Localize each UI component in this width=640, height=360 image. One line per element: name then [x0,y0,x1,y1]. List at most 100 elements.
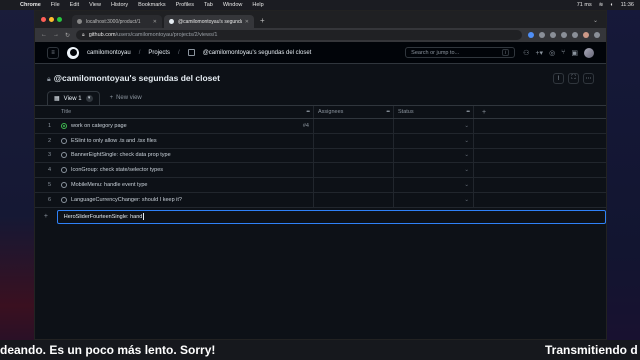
new-item-input[interactable]: HeroSliderFourteenSingle: hand [56,209,606,224]
assignees-cell[interactable] [314,192,394,207]
chevron-down-icon[interactable]: ⌄ [464,182,469,188]
chevron-down-icon[interactable]: ⌄ [464,138,469,144]
column-menu-icon[interactable]: ••• [306,109,310,115]
back-icon[interactable]: ← [41,32,47,38]
copilot-icon[interactable]: ⚇ [523,49,529,57]
title-cell[interactable]: MobileMenu: handle event type [57,178,314,192]
column-header-title[interactable]: Title ••• [57,106,314,118]
chevron-down-icon[interactable]: ⌄ [464,152,469,158]
insights-chart-icon[interactable]: ⌇ [553,72,564,84]
issues-icon[interactable]: ◎ [549,49,555,57]
reload-icon[interactable]: ↻ [65,32,70,39]
create-new-icon[interactable]: +▾ [535,49,543,57]
column-menu-icon[interactable]: ••• [386,109,390,115]
assignees-cell[interactable] [314,119,394,133]
new-view-button[interactable]: + New view [106,91,146,105]
breadcrumb-projects[interactable]: Projects [148,50,170,56]
close-tab-icon[interactable]: ✕ [245,19,249,25]
title-cell[interactable]: work on category page #4 [57,119,314,133]
title-cell[interactable]: IconGroup: check state/selector types [57,163,314,178]
minimize-window-button[interactable] [49,17,54,22]
address-bar[interactable]: 🔒︎ github.com/users/camilomontoyau/proje… [76,30,522,40]
table-row[interactable]: 5 MobileMenu: handle event type ⌄ [35,178,606,193]
menu-help[interactable]: Help [252,2,263,8]
extension-icon[interactable] [528,32,534,38]
new-tab-icon[interactable]: + [260,16,265,25]
table-row[interactable]: 4 IconGroup: check state/selector types ⌄ [35,163,606,179]
assignees-cell[interactable] [314,163,394,178]
status-cell[interactable]: ⌄ [394,119,474,133]
add-field-button[interactable]: + [474,106,494,118]
clock[interactable]: 11:36 [621,2,634,8]
hamburger-menu-icon[interactable]: ≡ [47,46,59,59]
view-options-chevron-icon[interactable]: ▾ [85,95,93,102]
status-cell[interactable]: ⌄ [394,133,474,148]
item-title[interactable]: MobileMenu: handle event type [71,182,309,188]
github-logo-icon[interactable] [67,46,79,59]
menu-file[interactable]: File [51,2,60,8]
column-header-assignees[interactable]: Assignees ••• [314,106,394,118]
issue-number[interactable]: #4 [303,123,309,129]
menu-window[interactable]: Window [223,2,243,8]
title-cell[interactable]: ESlint to only allow .ts and .tsx files [57,133,314,148]
item-title[interactable]: ESlint to only allow .ts and .tsx files [71,138,309,144]
menu-profiles[interactable]: Profiles [176,2,194,8]
status-cell[interactable]: ⌄ [394,148,474,163]
tab-view-1[interactable]: ▦ View 1 ▾ [47,91,100,105]
chevron-down-icon[interactable]: ⌄ [464,123,469,129]
wifi-icon[interactable]: ≋ [599,2,604,8]
menu-history[interactable]: History [111,2,128,8]
tab-search-chevron-icon[interactable]: ⌄ [593,17,598,24]
table-row[interactable]: 6 LanguageCurrencyChanger: should I keep … [35,192,606,208]
table-row[interactable]: 1 work on category page #4 ⌄ [35,119,606,134]
menu-edit[interactable]: Edit [70,2,79,8]
status-cell[interactable]: ⌄ [394,178,474,192]
apple-icon[interactable] [6,2,12,9]
profile-avatar[interactable] [583,32,589,38]
menu-bookmarks[interactable]: Bookmarks [138,2,166,8]
table-row[interactable]: 3 BannerEightSingle: check data prop type… [35,148,606,164]
browser-tab-github[interactable]: @camilomontoyau's segundas del… ✕ [164,15,254,28]
zoom-window-button[interactable] [57,17,62,22]
table-row[interactable]: 2 ESlint to only allow .ts and .tsx files… [35,133,606,149]
menu-tab[interactable]: Tab [204,2,213,8]
assignees-cell[interactable] [314,148,394,163]
user-avatar[interactable] [584,47,594,58]
lock-icon[interactable]: 🔒︎ [82,32,85,38]
item-title[interactable]: BannerEightSingle: check data prop type [71,152,309,158]
breadcrumb-user[interactable]: camilomontoyau [87,50,131,56]
control-center-icon[interactable]: ◐ [610,2,613,8]
assignees-cell[interactable] [314,178,394,192]
forward-icon[interactable]: → [53,32,59,38]
close-window-button[interactable] [41,17,46,22]
kebab-menu-icon[interactable]: ⋯ [583,72,594,84]
menu-app-name[interactable]: Chrome [20,2,41,8]
chevron-down-icon[interactable]: ⌄ [464,167,469,173]
fullscreen-icon[interactable]: ⛶ [568,72,579,84]
status-cell[interactable]: ⌄ [394,163,474,178]
close-tab-icon[interactable]: ✕ [153,19,157,25]
pull-requests-icon[interactable]: ⑂ [561,49,565,56]
assignees-cell[interactable] [314,133,394,148]
title-cell[interactable]: BannerEightSingle: check data prop type [57,148,314,163]
browser-tab-localhost[interactable]: localhost:3000/product/1 ✕ [72,15,162,28]
breadcrumb-project[interactable]: @camilomontoyau's segundas del closet [203,50,312,56]
network-indicator[interactable]: 71 ms [577,2,592,8]
chevron-down-icon[interactable]: ⌄ [464,197,469,203]
status-cell[interactable]: ⌄ [394,192,474,207]
extension-icon[interactable] [550,32,556,38]
inbox-icon[interactable]: ▣ [571,49,578,57]
more-menu-icon[interactable] [594,32,600,38]
title-cell[interactable]: LanguageCurrencyChanger: should I keep i… [57,192,314,207]
add-item-plus-icon[interactable]: + [35,213,57,220]
item-title[interactable]: work on category page [71,123,299,129]
item-title[interactable]: IconGroup: check state/selector types [71,167,309,173]
puzzle-icon[interactable] [572,32,578,38]
menu-view[interactable]: View [89,2,101,8]
extension-icon[interactable] [561,32,567,38]
column-menu-icon[interactable]: ••• [466,109,470,115]
search-input[interactable]: Search or jump to... / [405,47,516,58]
extension-icon[interactable] [539,32,545,38]
project-title-text[interactable]: @camilomontoyau's segundas del closet [54,73,220,83]
item-title[interactable]: LanguageCurrencyChanger: should I keep i… [71,197,309,203]
